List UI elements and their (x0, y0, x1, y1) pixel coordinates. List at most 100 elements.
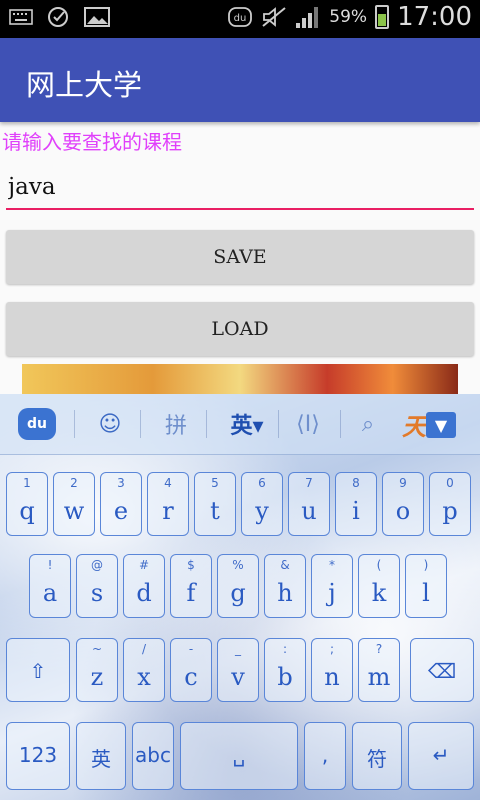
app-bar: 网上大学 (0, 38, 480, 122)
key-u[interactable]: 7u (288, 472, 330, 536)
key-label: x (137, 663, 151, 691)
key-label: c (184, 663, 198, 691)
key-label: p (442, 497, 458, 525)
key-w[interactable]: 2w (53, 472, 95, 536)
load-button[interactable]: LOAD (6, 302, 474, 356)
key-e[interactable]: 3e (100, 472, 142, 536)
key-label: f (186, 579, 196, 607)
numbers-key[interactable]: 123 (6, 722, 70, 790)
key-label: ⌫ (427, 659, 457, 683)
key-g[interactable]: % g (217, 554, 259, 618)
key-label: 英 (91, 747, 111, 771)
save-button[interactable]: SAVE (6, 230, 474, 284)
key-label: z (90, 663, 104, 691)
key-d[interactable]: # d (123, 554, 165, 618)
keyboard-toolbar: du ☺ 拼 英▾ ⟨I⟩ ⌕ 天 ▼ (0, 394, 480, 455)
pinyin-mode-button[interactable]: 拼 (158, 408, 194, 440)
signal-icon (295, 6, 321, 28)
space-key[interactable]: ␣ (180, 722, 298, 790)
abc-key[interactable]: abc (132, 722, 174, 790)
key-secondary-label: * (329, 558, 335, 572)
key-h[interactable]: & h (264, 554, 306, 618)
key-r[interactable]: 4r (147, 472, 189, 536)
key-secondary-label: 6 (258, 476, 266, 490)
key-label: i (352, 497, 360, 525)
key-secondary-label: 9 (399, 476, 407, 490)
key-n[interactable]: ; n (311, 638, 353, 702)
key-label: r (162, 497, 174, 525)
key-j[interactable]: * j (311, 554, 353, 618)
key-label: u (301, 497, 317, 525)
key-secondary-label: ; (329, 642, 335, 656)
search-icon[interactable]: ⌕ (350, 408, 386, 440)
enter-key[interactable]: ↵ (408, 722, 474, 790)
key-c[interactable]: -c (170, 638, 212, 702)
status-bar: du 59% 17:00 (0, 0, 480, 38)
key-k[interactable]: (k (358, 554, 400, 618)
soft-keyboard: du ☺ 拼 英▾ ⟨I⟩ ⌕ 天 ▼ 1q2w3e4r5t6y7u8i9o0p… (0, 394, 480, 800)
key-label: abc (135, 743, 171, 767)
key-f[interactable]: $ f (170, 554, 212, 618)
key-m[interactable]: ? m (358, 638, 400, 702)
mute-icon (261, 6, 287, 28)
key-t[interactable]: 5t (194, 472, 236, 536)
comma-key[interactable]: , (304, 722, 346, 790)
collapse-keyboard-icon[interactable]: ▼ (426, 412, 456, 438)
battery-icon (375, 5, 390, 29)
key-secondary-label: 0 (446, 476, 454, 490)
key-secondary-label: 7 (305, 476, 313, 490)
cursor-icon[interactable]: ⟨I⟩ (288, 408, 328, 440)
symbols-key[interactable]: 符 (352, 722, 402, 790)
key-p[interactable]: 0p (429, 472, 471, 536)
key-label: ⇧ (29, 659, 47, 683)
key-label: ␣ (232, 743, 246, 767)
key-v[interactable]: _ v (217, 638, 259, 702)
key-y[interactable]: 6y (241, 472, 283, 536)
chinese-english-toggle-key[interactable]: 英 (76, 722, 126, 790)
key-secondary-label: 2 (70, 476, 78, 490)
key-label: k (371, 579, 387, 607)
key-s[interactable]: @ s (76, 554, 118, 618)
key-secondary-label: % (232, 558, 244, 572)
key-label: v (231, 663, 245, 691)
key-label: j (328, 579, 336, 607)
key-secondary-label: @ (91, 558, 103, 572)
search-prompt-label: 请输入要查找的课程 (2, 130, 182, 154)
emoji-icon[interactable]: ☺ (92, 408, 128, 440)
key-secondary-label: 3 (117, 476, 125, 490)
key-label: w (63, 497, 85, 525)
key-label: l (422, 579, 430, 607)
key-secondary-label: 1 (23, 476, 31, 490)
shift-key[interactable]: ⇧ (6, 638, 70, 702)
key-label: q (19, 497, 35, 525)
key-q[interactable]: 1q (6, 472, 48, 536)
battery-fill (378, 14, 387, 26)
key-label: y (255, 497, 269, 525)
key-secondary-label: ( (376, 558, 382, 572)
english-mode-button[interactable]: 英▾ (224, 408, 270, 440)
course-search-input[interactable] (6, 166, 474, 210)
key-i[interactable]: 8i (335, 472, 377, 536)
key-o[interactable]: 9o (382, 472, 424, 536)
messaging-icon (46, 6, 72, 28)
key-secondary-label: $ (187, 558, 195, 572)
keyboard-icon (8, 6, 34, 28)
toolbar-divider (206, 410, 207, 438)
key-label: n (324, 663, 340, 691)
backspace-key[interactable]: ⌫ (410, 638, 474, 702)
key-label: o (395, 497, 411, 525)
key-secondary-label: ! (47, 558, 53, 572)
key-label: e (113, 497, 129, 525)
du-logo-icon[interactable]: du (18, 408, 56, 440)
svg-text:du: du (234, 13, 247, 24)
toolbar-divider (140, 410, 141, 438)
battery-percent: 59% (329, 7, 368, 27)
key-secondary-label: 5 (211, 476, 219, 490)
key-z[interactable]: ~ z (76, 638, 118, 702)
key-a[interactable]: ! a (29, 554, 71, 618)
key-b[interactable]: :b (264, 638, 306, 702)
key-l[interactable]: ) l (405, 554, 447, 618)
status-right-icons: du 59% 17:00 (227, 2, 472, 32)
key-x[interactable]: / x (123, 638, 165, 702)
key-secondary-label: : (282, 642, 288, 656)
